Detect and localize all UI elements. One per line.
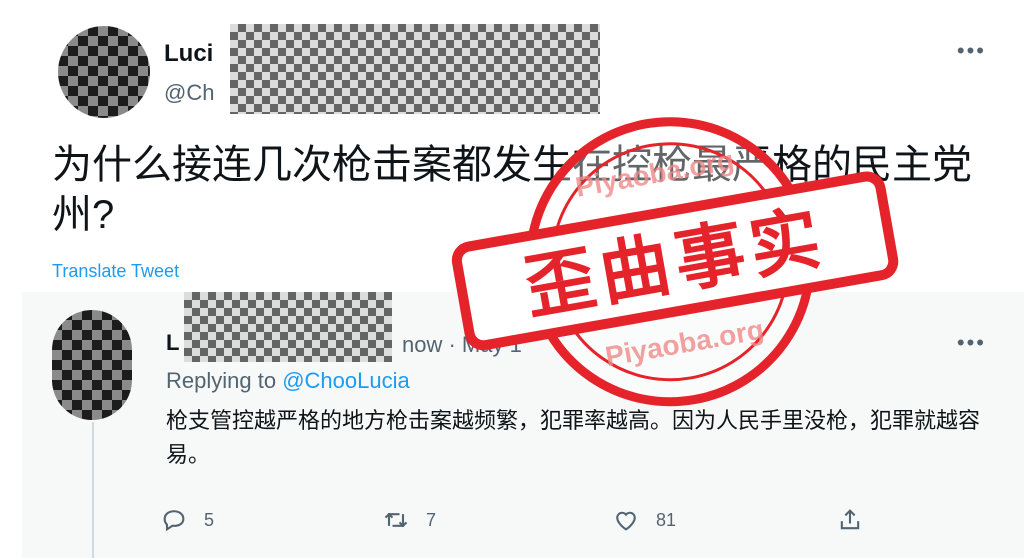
main-author-handle[interactable]: @Ch [164, 80, 214, 106]
replying-to: Replying to @ChooLucia [166, 368, 410, 394]
reply-tweet: L now · May 1 ••• Replying to @ChooLucia… [22, 292, 1024, 558]
reply-name-pixelation [184, 292, 392, 362]
share-icon [840, 509, 860, 530]
like-icon [616, 511, 636, 531]
retweet-action-button[interactable]: 7 [382, 500, 436, 540]
share-action-button[interactable] [836, 500, 880, 540]
reply-more-icon[interactable]: ••• [957, 330, 986, 356]
like-action-button[interactable]: 81 [612, 500, 676, 540]
reply-text: 枪支管控越严格的地方枪击案越频繁，犯罪率越高。因为人民手里没枪，犯罪就越容易。 [166, 408, 981, 467]
reply-meta: now · May 1 [402, 332, 522, 357]
replying-to-handle-link[interactable]: @ChooLucia [282, 368, 410, 393]
replying-to-prefix: Replying to [166, 368, 283, 393]
action-bar: 5 7 81 [160, 500, 880, 540]
translate-tweet-link[interactable]: Translate Tweet [52, 261, 179, 282]
reply-action-button[interactable]: 5 [160, 500, 214, 540]
main-more-icon[interactable]: ••• [957, 38, 986, 64]
retweet-icon [384, 512, 408, 528]
reply-author-name[interactable]: L [166, 330, 179, 356]
main-name-pixelation [230, 24, 600, 114]
main-avatar-pixelated[interactable] [58, 26, 150, 118]
main-author-name[interactable]: Luci [164, 40, 213, 68]
thread-line [92, 422, 94, 558]
like-count: 81 [656, 509, 677, 530]
reply-icon [163, 510, 185, 532]
reply-avatar-pixelated[interactable] [52, 310, 132, 420]
main-tweet: Luci @Ch ••• 为什么接连几次枪击案都发生在控枪最严格的民主党州? T… [0, 0, 1024, 292]
reply-count: 5 [204, 509, 215, 530]
main-tweet-text: 为什么接连几次枪击案都发生在控枪最严格的民主党州? [52, 143, 972, 237]
retweet-count: 7 [426, 509, 437, 530]
